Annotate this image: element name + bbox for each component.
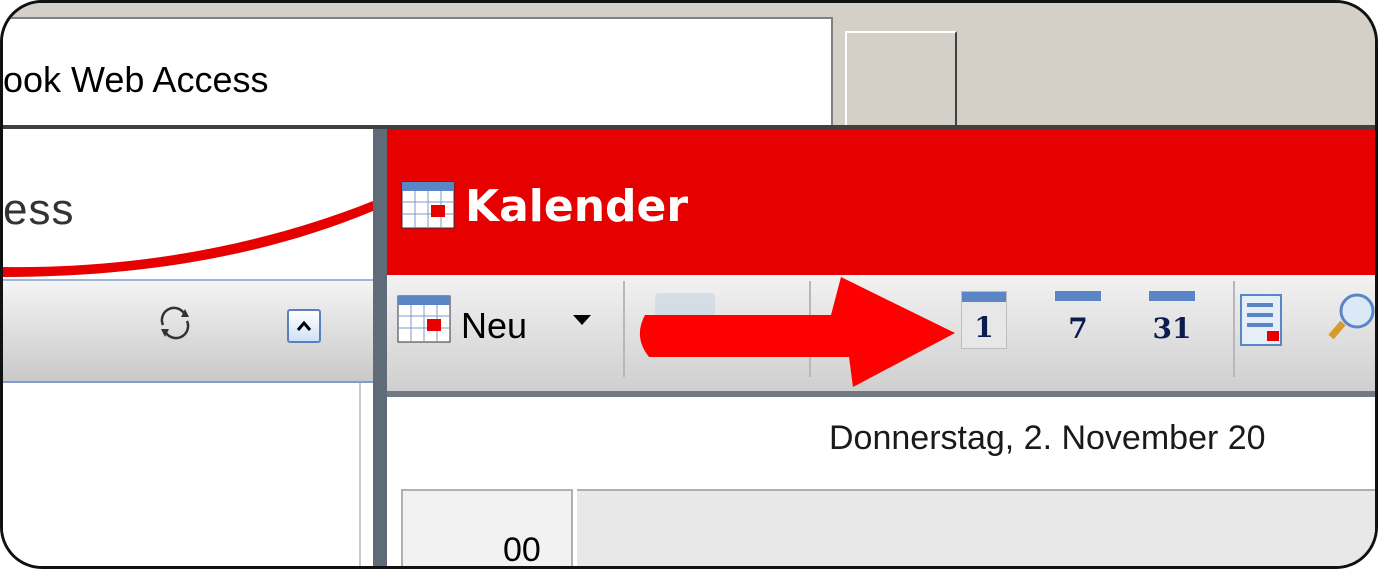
- time-column: [401, 489, 573, 566]
- day-view-button[interactable]: 1: [961, 291, 1007, 349]
- toolbar-separator: [623, 281, 625, 377]
- pane-divider[interactable]: [373, 129, 387, 566]
- annotation-arrow: [639, 277, 955, 387]
- week-view-button[interactable]: 7: [1055, 291, 1101, 349]
- brand-title: ess: [3, 185, 75, 234]
- day-view-icon: [962, 292, 1006, 302]
- week-view-icon: [1055, 291, 1101, 301]
- window-tab-bar: ook Web Access: [3, 3, 1375, 127]
- collapse-button[interactable]: [287, 309, 321, 343]
- month-view-icon: [1149, 291, 1195, 301]
- month-view-button[interactable]: 31: [1149, 291, 1195, 349]
- time-label: 00: [503, 531, 541, 569]
- calendar-icon: [401, 181, 455, 229]
- screenshot-frame: ook Web Access ess Kalender Neu 1 7 31 D…: [0, 0, 1378, 569]
- day-view-label: 1: [974, 311, 994, 344]
- chevron-down-icon[interactable]: [573, 315, 591, 325]
- list-view-icon[interactable]: [1239, 291, 1291, 349]
- month-view-label: 31: [1152, 312, 1192, 345]
- tab-title: ook Web Access: [3, 59, 269, 100]
- browser-tab-active[interactable]: ook Web Access: [3, 17, 833, 127]
- date-heading: Donnerstag, 2. November 20: [829, 419, 1266, 457]
- search-icon[interactable]: [1305, 289, 1378, 349]
- week-view-label: 7: [1068, 312, 1088, 345]
- browser-tab-new[interactable]: [845, 31, 957, 127]
- folder-list: [3, 383, 361, 566]
- chevron-up-icon: [296, 320, 312, 331]
- day-column[interactable]: [577, 489, 1375, 566]
- new-appointment-icon: [397, 295, 451, 343]
- toolbar-separator: [1233, 281, 1235, 377]
- page-title: Kalender: [465, 181, 689, 232]
- new-button-label: Neu: [461, 305, 528, 346]
- refresh-icon[interactable]: [155, 303, 195, 343]
